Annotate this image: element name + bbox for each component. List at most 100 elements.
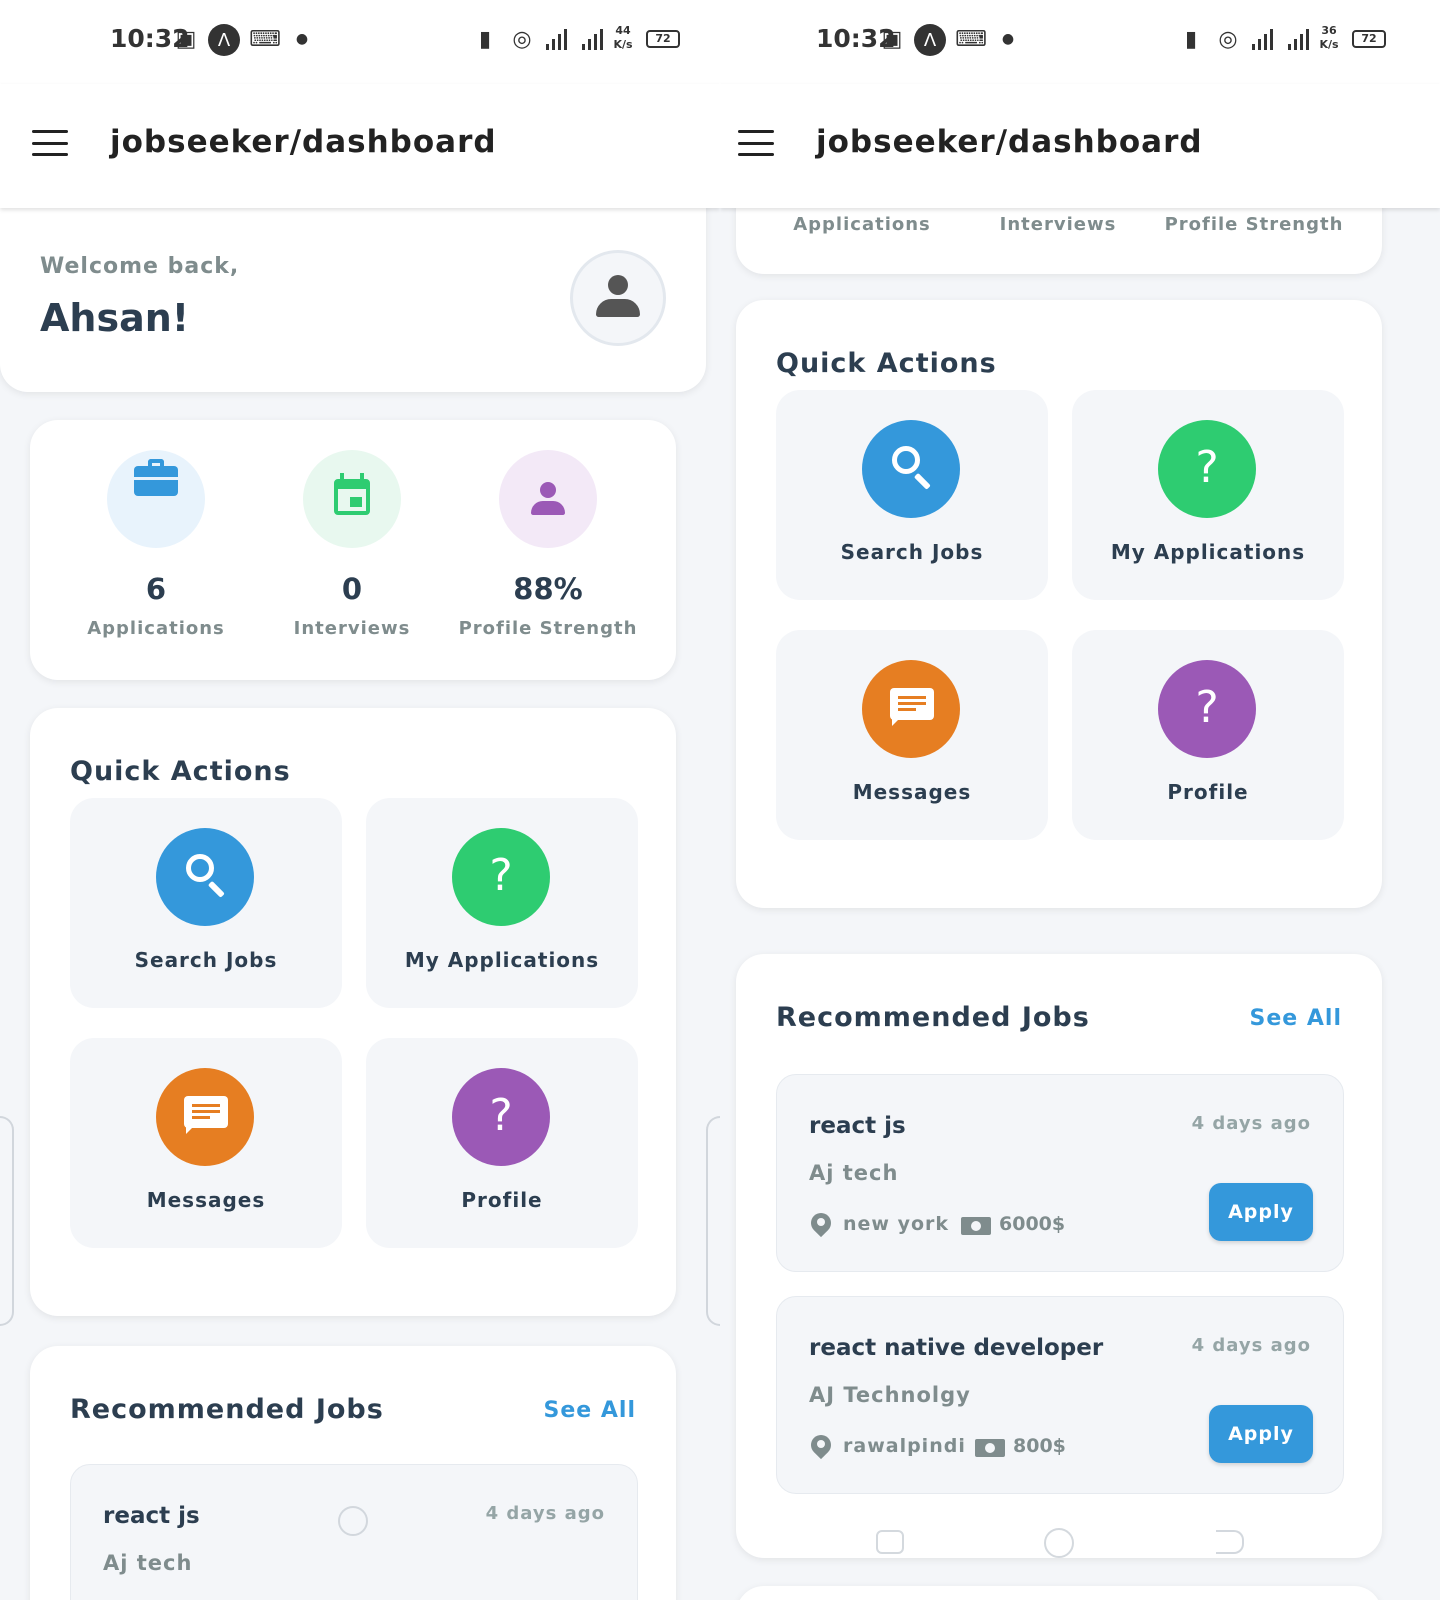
home-nav-icon[interactable] [1044, 1528, 1074, 1558]
vibrate-icon: ▮ [1184, 26, 1198, 52]
menu-icon[interactable] [32, 130, 68, 156]
signal-icon [546, 28, 567, 50]
stat-label: Profile Strength [1164, 214, 1344, 235]
message-icon [156, 1068, 254, 1166]
quick-action-search-jobs[interactable]: Search Jobs [776, 390, 1048, 600]
notification-dot-icon: ● [295, 31, 309, 47]
quick-action-profile[interactable]: ? Profile [366, 1038, 638, 1248]
sim-icon: ▣ [881, 26, 903, 52]
quick-action-search-jobs[interactable]: Search Jobs [70, 798, 342, 1008]
network-speed: 44 K/s [613, 24, 633, 51]
question-icon: ? [1158, 420, 1256, 518]
welcome-greeting: Welcome back, [40, 254, 240, 279]
signal-4g-icon [1288, 28, 1309, 50]
home-nav-icon[interactable] [338, 1506, 368, 1536]
stat-value: 6 [145, 572, 167, 606]
stat-interviews[interactable]: Interviews [960, 214, 1156, 235]
quick-action-my-applications[interactable]: ? My Applications [1072, 390, 1344, 600]
app-bar: jobseeker/dashboard [0, 84, 720, 208]
message-icon [862, 660, 960, 758]
apply-button[interactable]: Apply [1209, 1405, 1313, 1463]
recents-nav-icon[interactable] [876, 1530, 904, 1554]
location-pin-icon [806, 1208, 836, 1239]
apply-button[interactable]: Apply [1209, 1183, 1313, 1241]
search-icon [862, 420, 960, 518]
job-company: Aj tech [809, 1161, 899, 1185]
job-location: rawalpindi [843, 1435, 966, 1457]
app-notification-icon: Λ [914, 24, 946, 56]
stat-label: Applications [793, 214, 931, 235]
stat-label: Applications [87, 618, 225, 639]
quick-action-label: Messages [146, 1188, 266, 1212]
quick-action-profile[interactable]: ? Profile [1072, 630, 1344, 840]
job-posted: 4 days ago [1191, 1335, 1311, 1356]
question-icon: ? [1158, 660, 1256, 758]
job-posted: 4 days ago [1191, 1113, 1311, 1134]
recommended-jobs-card: Recommended Jobs See All react js 4 days… [736, 954, 1382, 1558]
quick-action-label: My Applications [404, 948, 600, 972]
job-title: react js [103, 1503, 200, 1529]
back-nav-icon[interactable] [1216, 1530, 1244, 1554]
welcome-card: Welcome back, Ahsan! [0, 180, 706, 392]
app-bar: jobseeker/dashboard [720, 84, 1440, 208]
stat-profile-strength[interactable]: 88% Profile Strength [450, 450, 646, 639]
job-company: AJ Technolgy [809, 1383, 971, 1407]
stat-interviews[interactable]: 0 Interviews [254, 450, 450, 639]
question-icon: ? [452, 828, 550, 926]
quick-action-label: Search Jobs [134, 948, 278, 972]
search-icon [156, 828, 254, 926]
quick-action-label: Profile [461, 1188, 543, 1212]
question-icon: ? [452, 1068, 550, 1166]
see-all-link[interactable]: See All [544, 1398, 636, 1423]
stat-profile-strength[interactable]: Profile Strength [1156, 214, 1352, 235]
page-title: jobseeker/dashboard [816, 124, 1203, 160]
person-icon [499, 450, 597, 548]
stat-label: Interviews [293, 618, 411, 639]
stat-applications[interactable]: 6 Applications [58, 450, 254, 639]
battery-icon: 72 [1352, 30, 1386, 48]
quick-action-messages[interactable]: Messages [70, 1038, 342, 1248]
next-card [736, 1586, 1382, 1600]
see-all-link[interactable]: See All [1250, 1006, 1342, 1031]
location-pin-icon [806, 1430, 836, 1461]
job-salary: 800$ [1013, 1435, 1066, 1457]
quick-action-messages[interactable]: Messages [776, 630, 1048, 840]
battery-icon: 72 [646, 30, 680, 48]
section-title: Recommended Jobs [776, 1002, 1090, 1033]
briefcase-icon [107, 450, 205, 548]
signal-icon [1252, 28, 1273, 50]
page-title: jobseeker/dashboard [110, 124, 497, 160]
hotspot-icon: ◎ [1218, 26, 1238, 52]
job-salary: 6000$ [999, 1213, 1066, 1235]
stat-applications[interactable]: Applications [764, 214, 960, 235]
gamepad-icon: ⌨ [955, 26, 987, 52]
sim-icon: ▣ [175, 26, 197, 52]
job-card[interactable]: react js 4 days ago Aj tech new york 600… [776, 1074, 1344, 1272]
section-title: Recommended Jobs [70, 1394, 384, 1425]
quick-action-label: My Applications [1110, 540, 1306, 564]
app-notification-icon: Λ [208, 24, 240, 56]
calendar-icon [303, 450, 401, 548]
quick-action-label: Search Jobs [840, 540, 984, 564]
edge-handle [0, 1116, 14, 1326]
avatar[interactable] [570, 250, 666, 346]
recommended-jobs-card: Recommended Jobs See All react js 4 days… [30, 1346, 676, 1600]
quick-action-my-applications[interactable]: ? My Applications [366, 798, 638, 1008]
job-location: new york [843, 1213, 950, 1235]
job-posted: 4 days ago [485, 1503, 605, 1524]
job-card[interactable]: react native developer 4 days ago AJ Tec… [776, 1296, 1344, 1494]
quick-action-label: Messages [852, 780, 972, 804]
signal-4g-icon [582, 28, 603, 50]
notification-dot-icon: ● [1001, 31, 1015, 47]
person-icon [596, 275, 640, 321]
quick-actions-card: Quick Actions Search Jobs ? My Applicati… [736, 300, 1382, 908]
hotspot-icon: ◎ [512, 26, 532, 52]
section-title: Quick Actions [776, 348, 997, 379]
user-name: Ahsan! [40, 296, 190, 340]
job-title: react js [809, 1113, 906, 1139]
quick-action-label: Profile [1167, 780, 1249, 804]
menu-icon[interactable] [738, 130, 774, 156]
job-company: Aj tech [103, 1551, 193, 1575]
money-icon [961, 1217, 991, 1235]
status-bar: 10:32 ▣ Λ ⌨ ● ▮ ◎ 44 K/s 72 [0, 0, 720, 84]
